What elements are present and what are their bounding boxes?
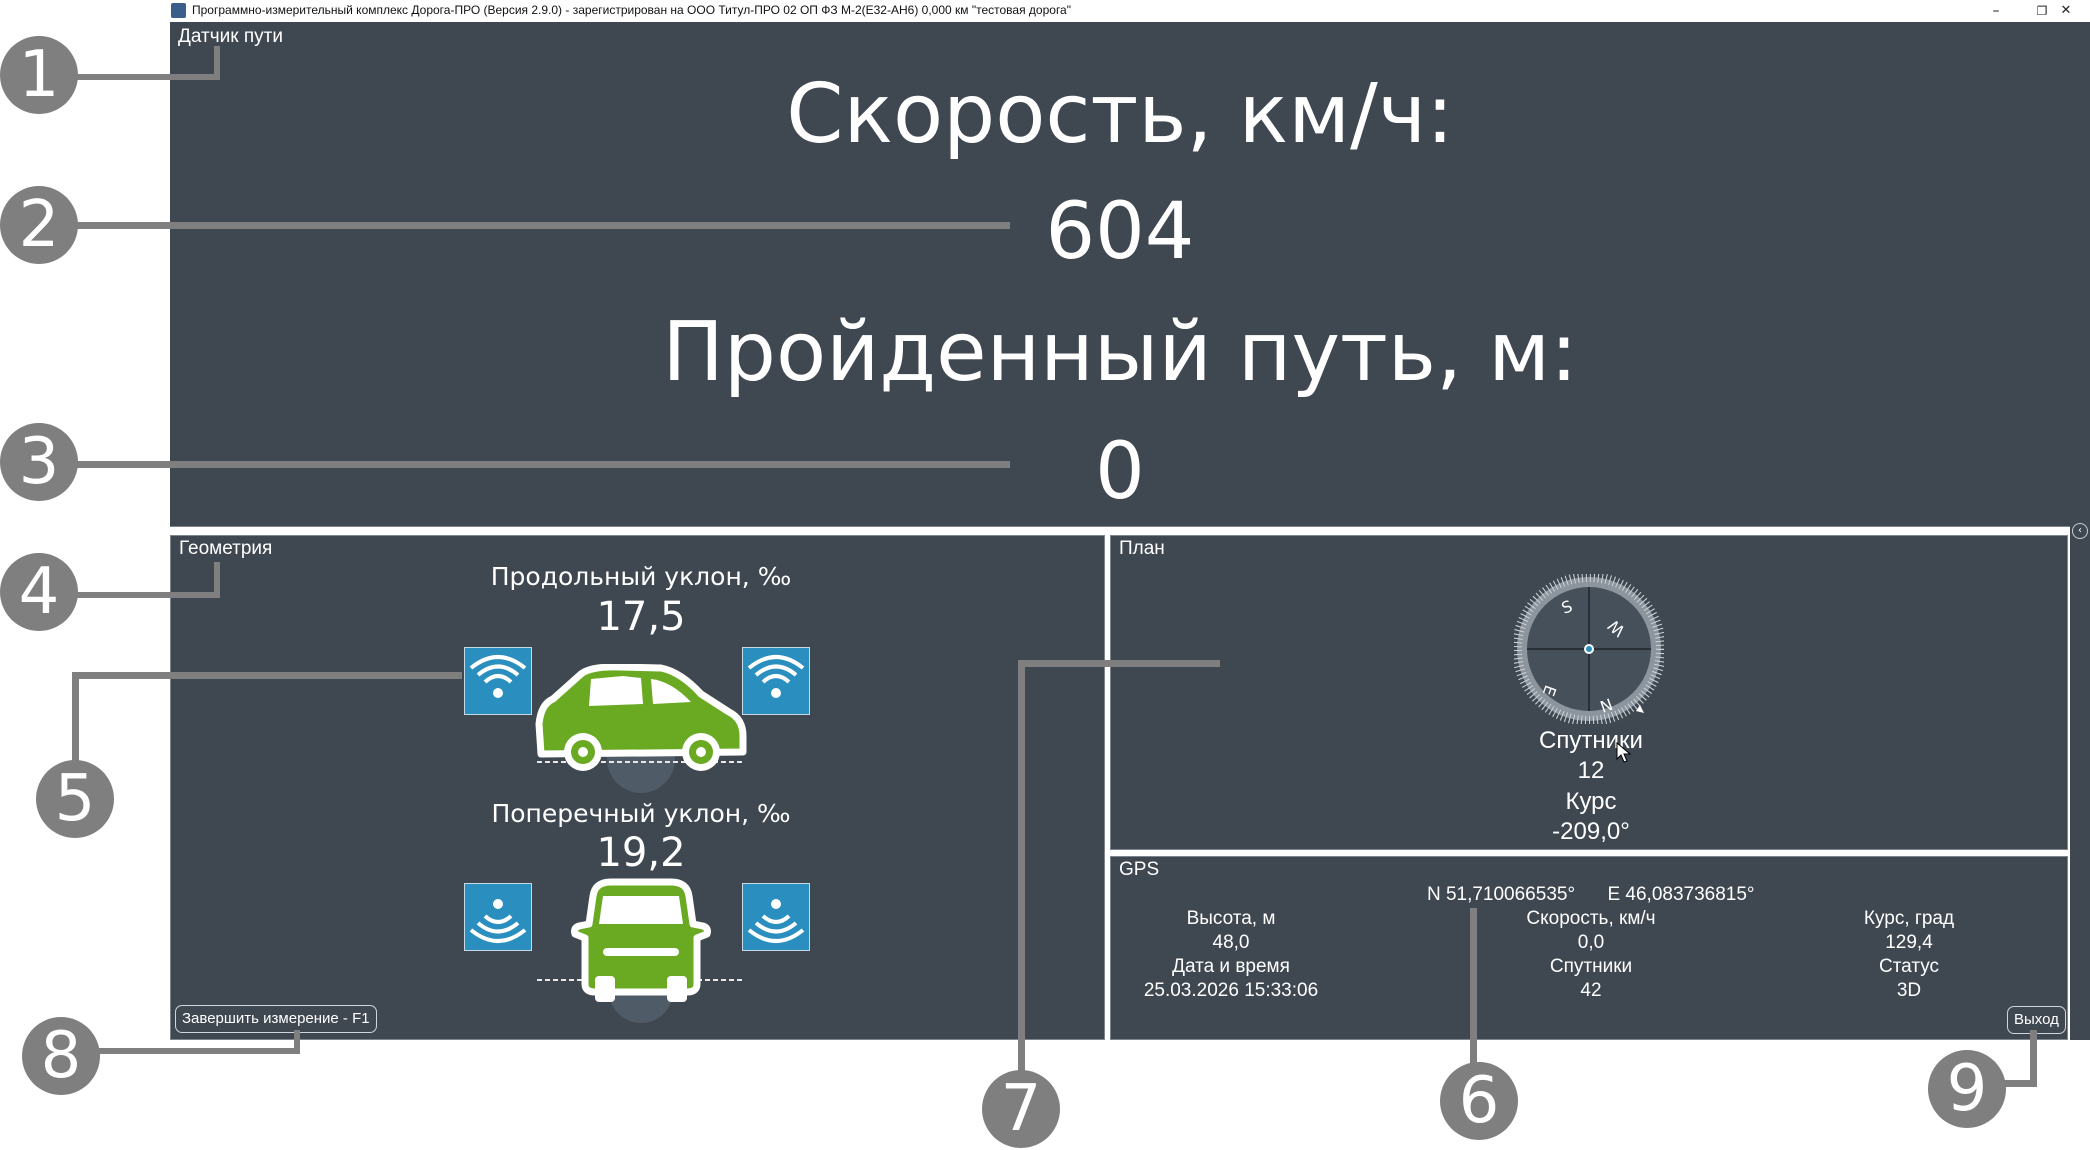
longitudinal-slope-value: 17,5 (596, 594, 686, 640)
callout-3: 3 (0, 423, 78, 501)
callout-1: 1 (0, 36, 78, 114)
geometry-panel: Геометрия Продольный уклон, ‰ 17,5 Попер… (170, 535, 1105, 1040)
gps-course-title: Курс, град (1863, 908, 1955, 929)
window-title: Программно-измерительный комплекс Дорога… (192, 3, 1071, 17)
gps-course-value: 129,4 (1885, 932, 1933, 953)
callout-line-7 (1018, 660, 1220, 667)
distance-title: Пройденный путь, м: (662, 305, 1578, 400)
plan-satellites-value: 12 (1577, 757, 1605, 784)
callout-9: 9 (1928, 1050, 2006, 1128)
callout-line-5 (72, 672, 462, 679)
cross-slope-title: Поперечный уклон, ‰ (491, 799, 791, 828)
plan-satellites-title: Спутники (1539, 727, 1643, 754)
left-sensor-icon (464, 883, 532, 951)
gps-datetime-title: Дата и время (1172, 956, 1290, 977)
plan-panel: План S W E N Спутники 12 Курс -209,0° (1110, 535, 2068, 850)
geometry-panel-label: Геометрия (179, 538, 273, 559)
gps-speed-title: Скорость, км/ч (1526, 908, 1656, 929)
callout-8: 8 (22, 1017, 100, 1095)
gps-panel-label: GPS (1119, 859, 1160, 880)
callout-line-5b (72, 672, 79, 772)
gps-altitude-value: 48,0 (1212, 932, 1250, 953)
plan-course-title: Курс (1565, 788, 1617, 815)
front-sensor-icon (742, 647, 810, 715)
gps-datetime-value: 25.03.2026 15:33:06 (1143, 980, 1319, 1001)
close-button[interactable]: ✕ (2043, 0, 2089, 22)
gps-longitude: E 46,083736815° (1607, 884, 1755, 905)
speed-value: 604 (1045, 187, 1195, 277)
gps-status-value: 3D (1896, 980, 1922, 1001)
rear-sensor-icon (464, 647, 532, 715)
side-view-car-icon (535, 664, 747, 793)
mouse-cursor-icon (1616, 742, 1632, 763)
gps-altitude-title: Высота, м (1186, 908, 1276, 929)
plan-course-value: -209,0° (1552, 818, 1630, 845)
callout-line-7b (1018, 660, 1025, 1110)
callout-6: 6 (1440, 1062, 1518, 1140)
gps-latitude: N 51,710066535° (1426, 884, 1576, 905)
front-view-car-icon (537, 878, 745, 1023)
callout-2: 2 (0, 186, 78, 264)
app-icon (171, 3, 186, 18)
callout-line-2 (40, 222, 1010, 229)
callout-4: 4 (0, 553, 78, 631)
distance-value: 0 (1095, 427, 1145, 517)
gps-satellites-title: Спутники (1549, 956, 1633, 977)
title-bar: Программно-измерительный комплекс Дорога… (168, 0, 2090, 22)
callout-line-8b (294, 1030, 300, 1054)
finish-measurement-button[interactable]: Завершить измерение - F1 (175, 1005, 377, 1033)
distance-sensor-panel: Датчик пути Скорость, км/ч: 604 Пройденн… (170, 22, 2070, 527)
callout-line-3 (40, 461, 1010, 468)
minimize-button[interactable]: – (1973, 0, 2019, 22)
callout-line-9 (2030, 1030, 2037, 1086)
longitudinal-slope-title: Продольный уклон, ‰ (490, 562, 792, 591)
gps-speed-value: 0,0 (1577, 932, 1605, 953)
collapse-panel-icon[interactable]: ‹ (2072, 523, 2088, 539)
cross-slope-value: 19,2 (596, 830, 686, 876)
callout-line-1b (214, 46, 220, 80)
callout-line-6 (1470, 908, 1477, 1080)
callout-line-4b (214, 562, 220, 598)
right-sensor-icon (742, 883, 810, 951)
gps-status-title: Статус (1878, 956, 1940, 977)
gps-satellites-value: 42 (1580, 980, 1602, 1001)
sensor-panel-label: Датчик пути (178, 26, 283, 47)
compass-icon: S W E N (1514, 574, 1664, 724)
callout-5: 5 (36, 760, 114, 838)
speed-title: Скорость, км/ч: (786, 67, 1454, 162)
gps-panel: GPS N 51,710066535° E 46,083736815° Высо… (1110, 856, 2068, 1040)
callout-7: 7 (982, 1070, 1060, 1148)
plan-panel-label: План (1119, 538, 1165, 559)
